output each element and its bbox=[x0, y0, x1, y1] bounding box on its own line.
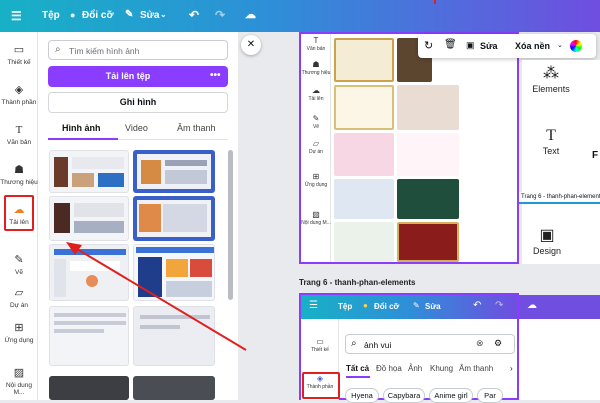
chevron-down-icon[interactable]: ⌄ bbox=[557, 41, 563, 49]
filter-graphics[interactable]: Đồ họa bbox=[376, 364, 402, 373]
apps-icon: ⊞ bbox=[312, 172, 320, 181]
text-option[interactable]: T Text bbox=[526, 126, 576, 156]
crown-icon: ● bbox=[363, 301, 368, 310]
clear-icon[interactable]: ⊗ bbox=[476, 338, 484, 349]
text-icon: T bbox=[313, 36, 319, 45]
template-card[interactable] bbox=[397, 133, 459, 176]
template-card[interactable] bbox=[397, 85, 459, 130]
image-toolbar: ↻ 🗑 ▣ Sửa Xóa nền ⌄ bbox=[418, 34, 596, 58]
inner-rail-item[interactable]: ▨ Nội dung M... bbox=[301, 210, 331, 226]
cloud-upload-icon: ☁ bbox=[312, 86, 320, 95]
toolbar-edit-button[interactable]: Sửa bbox=[480, 41, 498, 51]
elements-icon: ⁂ bbox=[543, 65, 559, 82]
inner-rail-item[interactable]: ☁ Tải lên bbox=[301, 86, 331, 102]
trash-icon[interactable]: 🗑 bbox=[444, 39, 457, 50]
design-option[interactable]: ▣ Design bbox=[522, 226, 572, 256]
page6-file-menu[interactable]: Tệp bbox=[338, 302, 352, 311]
text-icon: T bbox=[546, 127, 556, 144]
pencil-icon: ✎ bbox=[413, 301, 420, 310]
page6-resize-menu[interactable]: Đổi cỡ bbox=[374, 302, 399, 311]
draw-icon: ✎ bbox=[312, 114, 320, 123]
brand-icon: ☗ bbox=[312, 60, 320, 69]
filter-frames[interactable]: Khung bbox=[430, 364, 453, 373]
page6-edit-menu[interactable]: Sửa bbox=[425, 302, 441, 311]
photos-icon: ▨ bbox=[312, 210, 320, 219]
elements-side-panel: ⁂ Elements T Text ▣ Design F bbox=[522, 60, 600, 264]
rotate-icon[interactable]: ↻ bbox=[424, 39, 433, 52]
suggestion-pill[interactable]: Anime girl bbox=[429, 388, 473, 403]
folder-icon: ▱ bbox=[312, 139, 320, 148]
template-card[interactable] bbox=[334, 222, 394, 262]
image-edit-icon: ▣ bbox=[466, 40, 475, 50]
search-icon: ⌕ bbox=[351, 338, 357, 349]
layout-icon: ▭ bbox=[316, 337, 324, 346]
panel-cut-text: F bbox=[592, 150, 599, 161]
inner-rail-item[interactable]: ✎ Vẽ bbox=[301, 114, 331, 130]
highlight-elements bbox=[302, 372, 340, 399]
suggestion-pill[interactable]: Par bbox=[477, 388, 503, 403]
filter-photos[interactable]: Ảnh bbox=[408, 364, 422, 373]
page-tooltip: Trang 6 - thanh-phan-elements bbox=[519, 192, 600, 204]
suggestion-pill[interactable]: Hyena bbox=[345, 388, 379, 403]
bg-remove-button[interactable]: Xóa nền bbox=[515, 41, 550, 51]
inner-rail: T Văn bản ☗ Thương hiệu ☁ Tải lên ✎ Vẽ ▱ Dự á… bbox=[301, 34, 331, 262]
page6-topbar-ext: ☁ bbox=[519, 295, 600, 319]
color-wheel-icon[interactable] bbox=[570, 40, 582, 52]
chevron-right-icon[interactable]: › bbox=[510, 364, 513, 373]
page6-search-input[interactable]: ⌕ ảnh vui ⊗ ⚙ bbox=[345, 334, 515, 354]
page6-topbar: ☰ Tệp ● Đổi cỡ ✎ Sửa ↶ ↷ bbox=[301, 295, 517, 319]
template-card[interactable] bbox=[334, 85, 394, 130]
inner-rail-item[interactable]: ☗ Thương hiệu bbox=[301, 60, 331, 76]
template-card[interactable] bbox=[397, 222, 459, 262]
filter-audio[interactable]: Âm thanh bbox=[459, 364, 493, 373]
template-card[interactable] bbox=[334, 133, 394, 176]
redo-icon[interactable]: ↷ bbox=[495, 300, 503, 311]
filter-underline bbox=[346, 376, 370, 378]
cloud-sync-icon[interactable]: ☁ bbox=[527, 300, 537, 311]
page6-rail-design[interactable]: ▭ Thiết kế bbox=[301, 337, 339, 353]
page6-search-value: ảnh vui bbox=[364, 340, 392, 350]
undo-icon[interactable]: ↶ bbox=[473, 300, 481, 311]
inner-rail-item[interactable]: ⊞ Ứng dụng bbox=[301, 172, 331, 188]
template-card[interactable] bbox=[334, 179, 394, 219]
filter-icon[interactable]: ⚙ bbox=[494, 338, 502, 349]
menu-icon[interactable]: ☰ bbox=[309, 300, 318, 311]
filter-all[interactable]: Tất cả bbox=[346, 364, 369, 373]
template-card[interactable] bbox=[334, 38, 394, 82]
page6-panel-ext bbox=[519, 319, 600, 400]
suggestion-pill[interactable]: Capybara bbox=[383, 388, 425, 403]
inner-rail-item[interactable]: T Văn bản bbox=[301, 36, 331, 52]
page-label: Trang 6 - thanh-phan-elements bbox=[299, 278, 416, 287]
inner-rail-item[interactable]: ▱ Dự án bbox=[301, 139, 331, 155]
elements-option[interactable]: ⁂ Elements bbox=[526, 64, 576, 94]
template-card[interactable] bbox=[397, 179, 459, 219]
layout-icon: ▣ bbox=[539, 227, 555, 244]
